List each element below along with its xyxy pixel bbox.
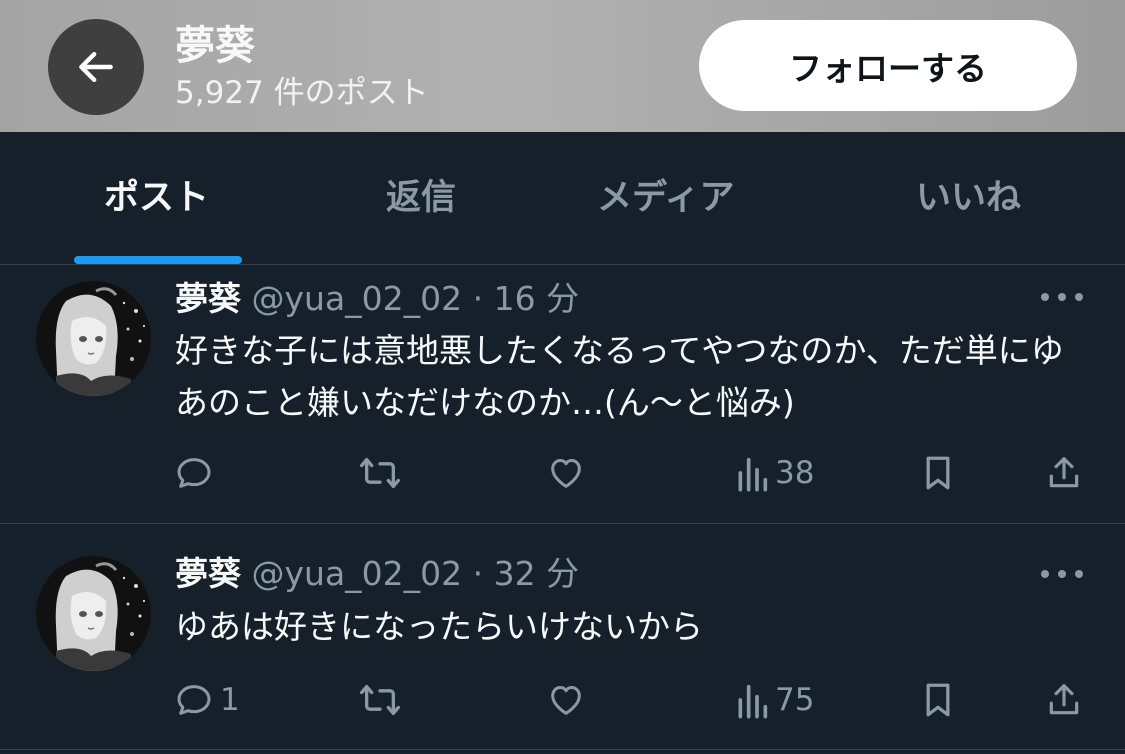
tab-likes[interactable]: いいね (916, 176, 1021, 220)
like-button[interactable] (546, 448, 586, 498)
reply-button[interactable] (174, 448, 214, 498)
views-button[interactable]: 38 (735, 448, 814, 498)
bookmark-icon (926, 683, 950, 717)
more-icon[interactable] (1040, 292, 1084, 302)
back-arrow-icon (79, 51, 113, 83)
tweet-header: 夢葵 @yua_02_02 · 32 分 (175, 554, 579, 594)
post-count: 5,927 件のポスト (175, 75, 429, 111)
like-icon (551, 459, 581, 488)
tweet-header: 夢葵 @yua_02_02 · 16 分 (175, 279, 579, 319)
active-tab-indicator (74, 256, 242, 264)
tweet-handle[interactable]: @yua_02_02 (252, 279, 463, 318)
retweet-icon (359, 458, 400, 488)
tweet-actions: 38 (0, 448, 1125, 498)
tweet-time[interactable]: 16 分 (494, 279, 579, 318)
views-count: 38 (775, 455, 815, 491)
reply-icon (177, 685, 211, 715)
tweet-handle[interactable]: @yua_02_02 (252, 554, 463, 593)
retweet-button[interactable] (358, 448, 402, 498)
tweet-text: 好きな子には意地悪したくなるってやつなのか、ただ単にゆあのこと嫌いなだけなのか…… (175, 331, 1064, 422)
share-icon (1049, 457, 1079, 488)
tweet-separator: · (462, 279, 494, 318)
tweet-actions: 1 75 (0, 675, 1125, 725)
bookmark-button[interactable] (920, 675, 956, 725)
bookmark-icon (926, 456, 950, 490)
retweet-icon (359, 685, 400, 715)
tweet-time[interactable]: 32 分 (494, 554, 579, 593)
tweet-text: ゆあは好きになったらいけないから (175, 607, 703, 646)
tweet-author-name[interactable]: 夢葵 (175, 279, 241, 318)
retweet-button[interactable] (358, 675, 402, 725)
reply-icon (177, 458, 211, 488)
profile-name: 夢葵 (175, 23, 255, 69)
profile-tabs: ポスト 返信 メディア いいね (0, 132, 1125, 265)
tweet-author-name[interactable]: 夢葵 (175, 554, 241, 593)
follow-button[interactable]: フォローする (699, 20, 1077, 111)
tab-replies[interactable]: 返信 (386, 176, 456, 220)
avatar[interactable] (36, 556, 151, 671)
views-button[interactable]: 75 (735, 675, 814, 725)
tweet[interactable]: 夢葵 @yua_02_02 · 32 分 ゆあは好きになったらいけないから 1 … (0, 523, 1125, 750)
views-count: 75 (775, 682, 815, 718)
share-icon (1049, 684, 1079, 715)
reply-button[interactable]: 1 (174, 675, 240, 725)
avatar[interactable] (36, 281, 151, 396)
like-button[interactable] (546, 675, 586, 725)
more-icon[interactable] (1040, 569, 1084, 579)
views-icon (738, 684, 768, 719)
tab-media[interactable]: メディア (597, 176, 735, 220)
reply-count: 1 (220, 682, 240, 718)
share-button[interactable] (1045, 448, 1083, 498)
share-button[interactable] (1045, 675, 1083, 725)
like-icon (551, 686, 581, 715)
tab-posts[interactable]: ポスト (104, 176, 209, 220)
profile-header: 夢葵 5,927 件のポスト フォローする (0, 0, 1125, 132)
back-button[interactable] (48, 19, 144, 115)
tweet[interactable]: 夢葵 @yua_02_02 · 16 分 好きな子には意地悪したくなるってやつな… (0, 265, 1125, 524)
tweet-separator: · (462, 554, 494, 593)
views-icon (738, 457, 768, 492)
bookmark-button[interactable] (920, 448, 956, 498)
